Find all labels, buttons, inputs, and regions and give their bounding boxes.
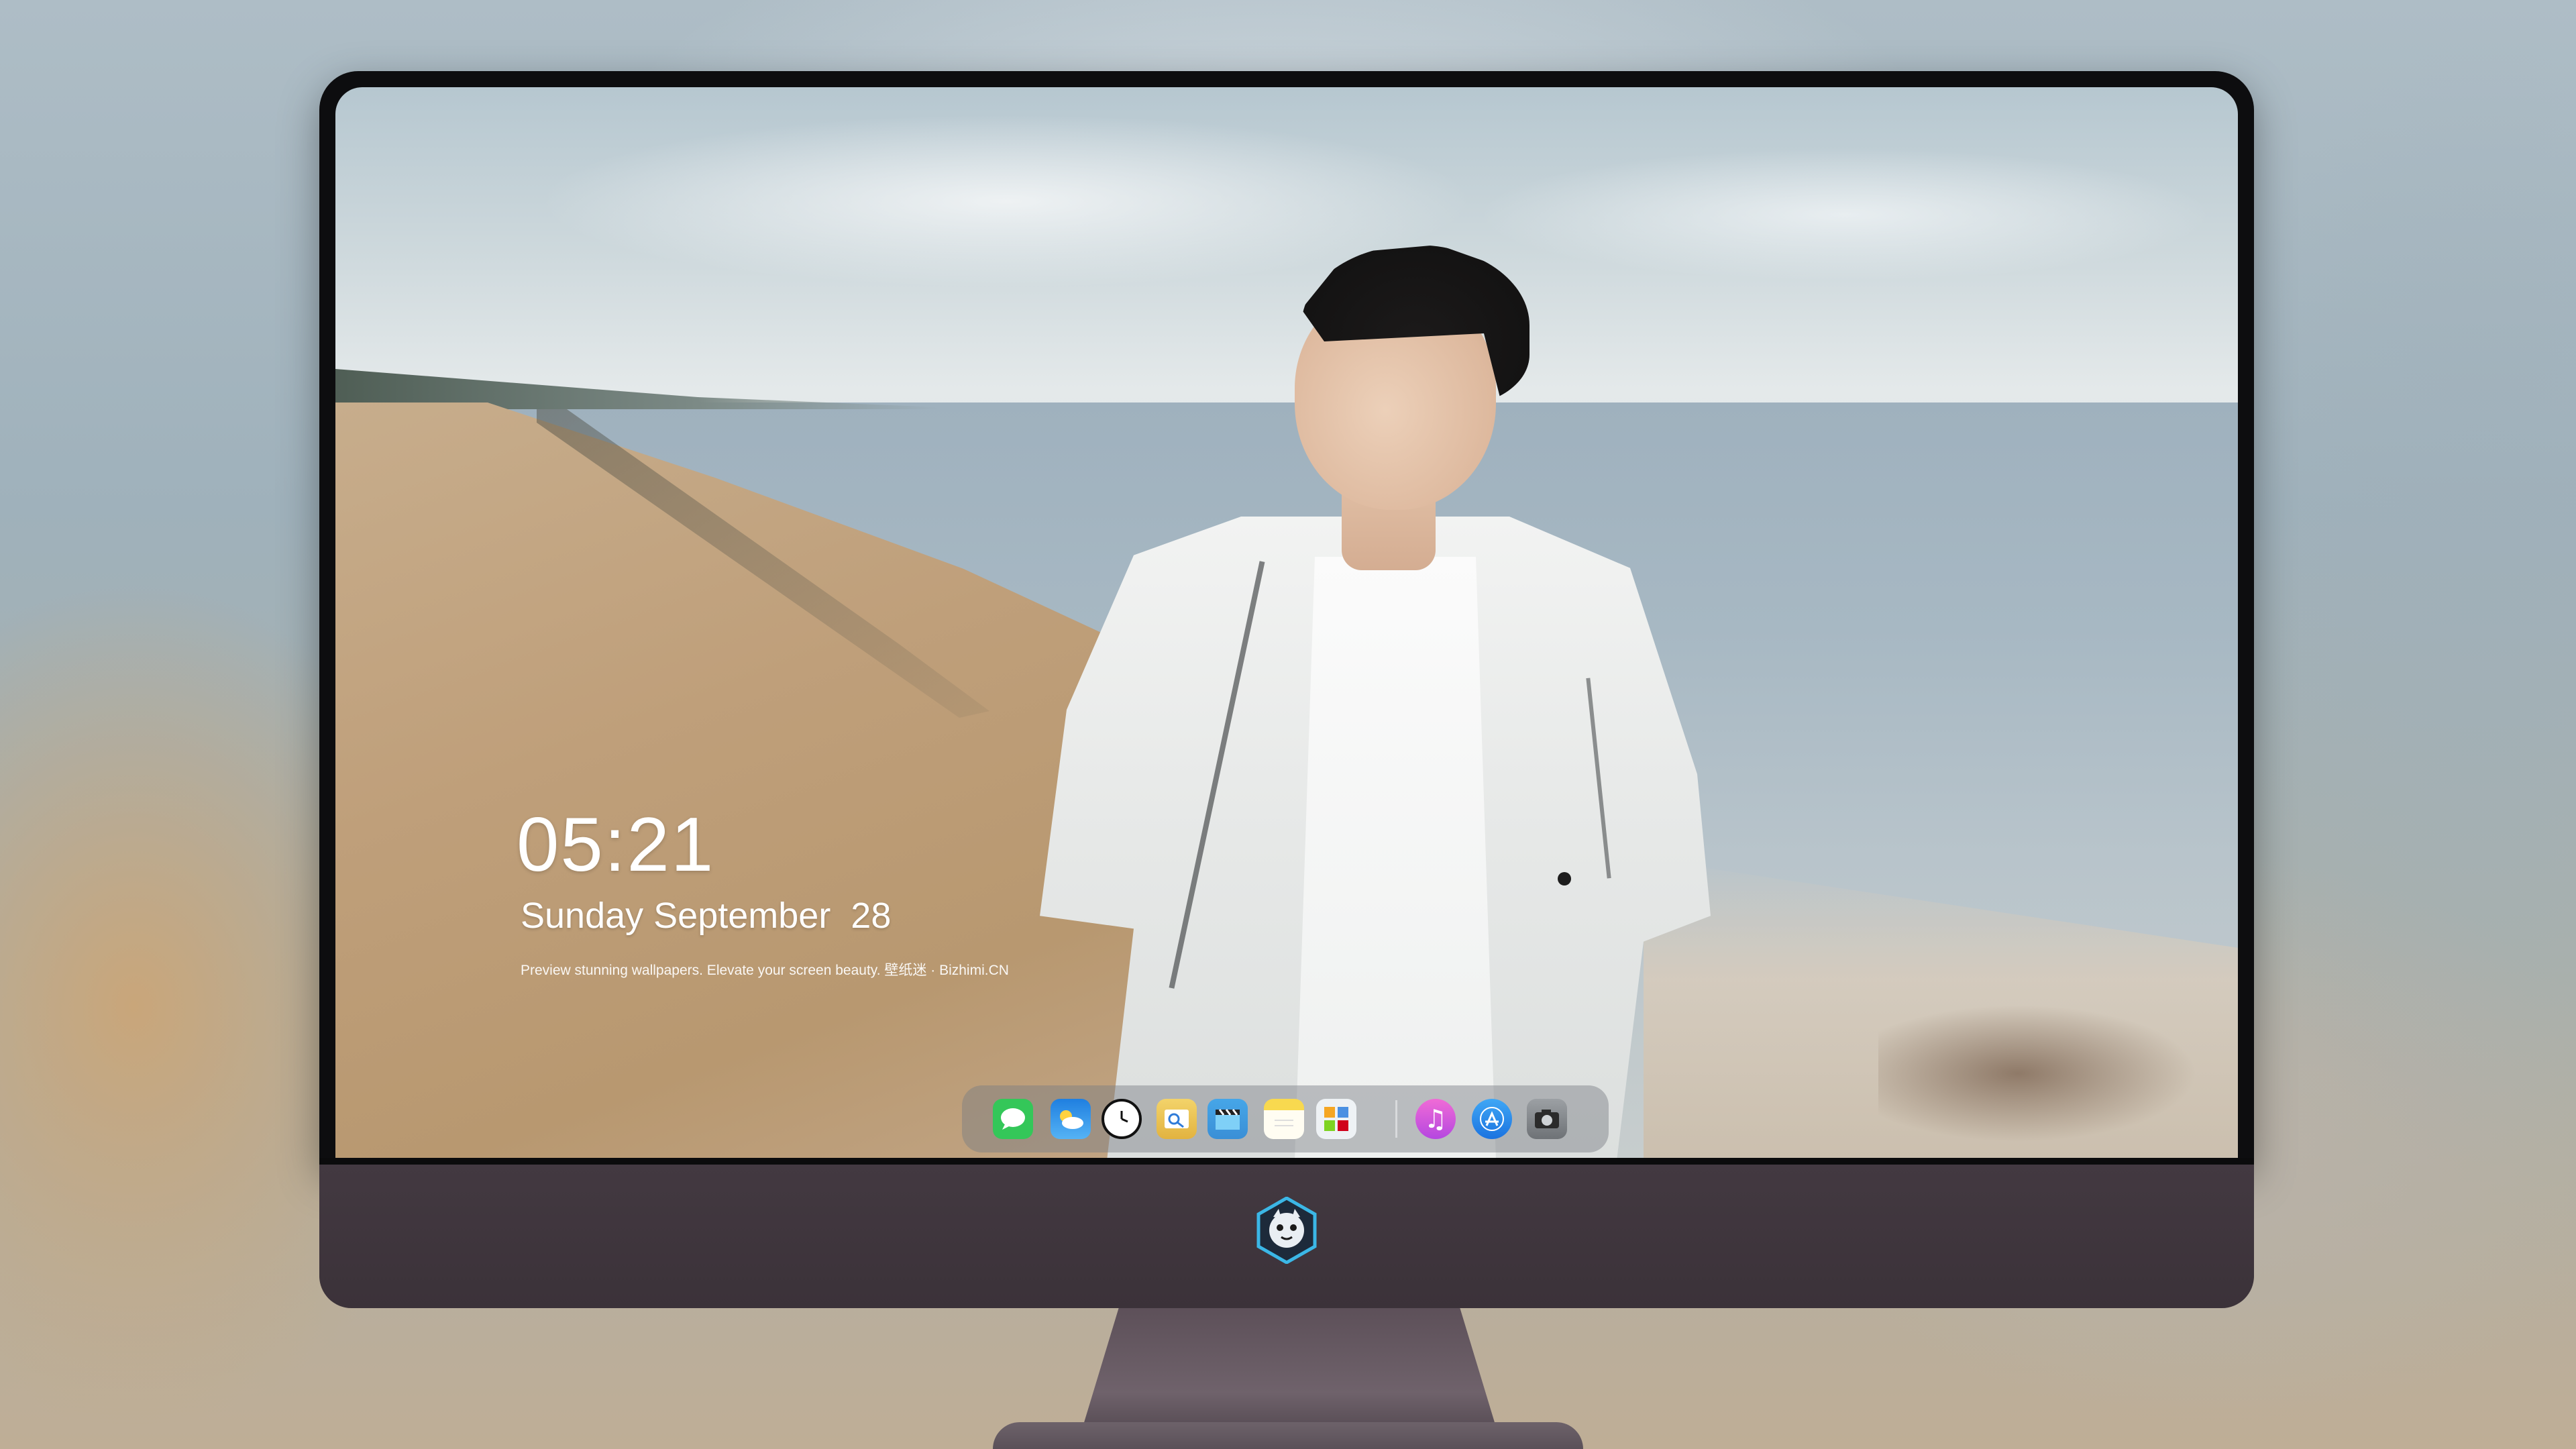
wallpaper-shirt-button (1558, 872, 1571, 885)
dock-separator (1395, 1100, 1397, 1138)
music-icon[interactable]: ♫ (1415, 1099, 1456, 1139)
mascot-logo-icon (1256, 1197, 1317, 1264)
clapboard-icon[interactable] (1208, 1099, 1248, 1139)
wallpaper-cloud (1476, 148, 2214, 282)
lockscreen-date: Sunday September 28 (521, 896, 892, 936)
screen: 05:21 Sunday September 28 Preview stunni… (335, 87, 2238, 1158)
photo-grid-icon[interactable] (1316, 1099, 1356, 1139)
app-store-icon[interactable] (1472, 1099, 1512, 1139)
clock-icon[interactable] (1102, 1099, 1142, 1139)
wallpaper-person-tee (1295, 557, 1496, 1158)
messages-icon[interactable] (993, 1099, 1033, 1139)
wallpaper-cloud (537, 114, 1476, 288)
lockscreen-tagline: Preview stunning wallpapers. Elevate you… (521, 963, 1009, 978)
notes-icon[interactable] (1264, 1099, 1304, 1139)
weather-icon[interactable] (1051, 1099, 1091, 1139)
preview-icon[interactable] (1157, 1099, 1197, 1139)
monitor: 05:21 Sunday September 28 Preview stunni… (319, 71, 2254, 1308)
monitor-stand-base (993, 1422, 1583, 1449)
lockscreen-time: 05:21 (517, 802, 715, 888)
camera-icon[interactable] (1527, 1099, 1567, 1139)
wallpaper-seaweed (1878, 993, 2227, 1154)
